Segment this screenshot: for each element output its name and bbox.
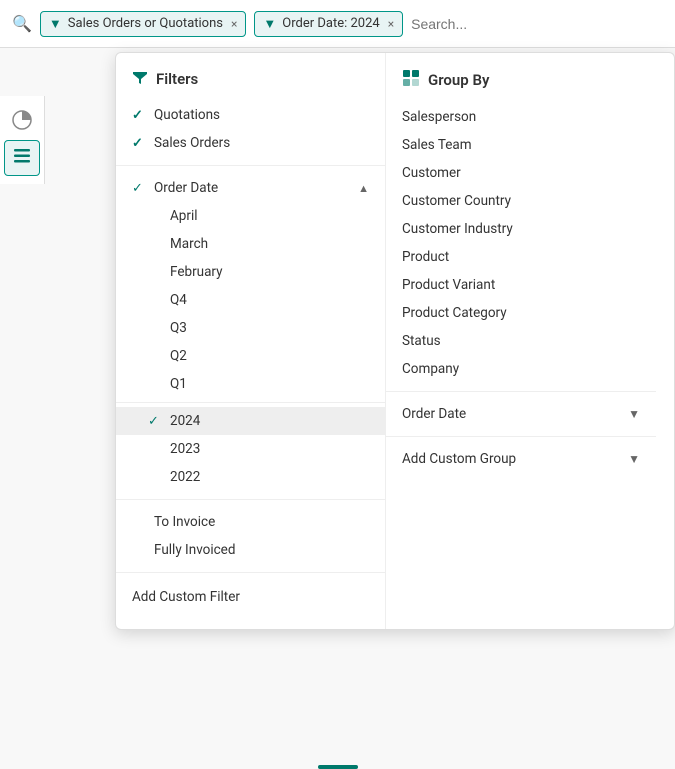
filter-q4[interactable]: Q4 [116, 286, 385, 314]
groupby-status[interactable]: Status [386, 327, 656, 355]
filter-icon-2: ▼ [263, 16, 276, 32]
filter-q3-label: Q3 [170, 320, 187, 336]
groupby-customer-industry-label: Customer Industry [402, 221, 513, 237]
groupby-salesperson[interactable]: Salesperson [386, 103, 656, 131]
filter-april[interactable]: April [116, 202, 385, 230]
filter-q4-label: Q4 [170, 292, 187, 308]
add-custom-group-label: Add Custom Group [402, 451, 516, 467]
filter-tag-sales-orders[interactable]: ▼ Sales Orders or Quotations × [40, 11, 246, 37]
filter-2023[interactable]: 2023 [116, 435, 385, 463]
custom-group-dropdown-arrow-icon: ▼ [628, 452, 640, 466]
filter-divider-1 [116, 165, 385, 166]
filter-tag-close-2[interactable]: × [388, 17, 394, 31]
groupby-customer[interactable]: Customer [386, 159, 656, 187]
search-input[interactable] [411, 16, 663, 32]
filter-divider-3 [116, 572, 385, 573]
filter-sales-orders[interactable]: ✓ Sales Orders [116, 129, 385, 157]
filters-header-label: Filters [156, 70, 198, 88]
add-custom-filter-label: Add Custom Filter [132, 589, 240, 605]
check-2024: ✓ [148, 414, 162, 429]
filter-2023-label: 2023 [170, 441, 200, 457]
filter-q2[interactable]: Q2 [116, 342, 385, 370]
groupby-header: Group By [386, 69, 656, 103]
filter-q1-label: Q1 [170, 376, 187, 392]
groupby-status-label: Status [402, 333, 441, 349]
filter-march-label: March [170, 236, 208, 252]
order-date-label: Order Date [154, 180, 218, 196]
order-date-dropdown-arrow-icon: ▼ [628, 407, 640, 421]
list-view-button[interactable] [4, 140, 40, 176]
groupby-product-category-label: Product Category [402, 305, 507, 321]
filter-q2-label: Q2 [170, 348, 187, 364]
filter-tag-label-2: Order Date: 2024 [282, 16, 379, 31]
filters-header-icon [132, 69, 148, 89]
filter-quotations[interactable]: ✓ Quotations [116, 101, 385, 129]
add-custom-group-button[interactable]: Add Custom Group ▼ [386, 445, 656, 473]
groupby-divider-2 [386, 436, 656, 437]
check-quotations: ✓ [132, 108, 146, 123]
scrollbar-hint[interactable] [318, 765, 358, 769]
groupby-product-label: Product [402, 249, 449, 265]
chart-view-button[interactable] [4, 104, 40, 140]
groupby-product-variant[interactable]: Product Variant [386, 271, 656, 299]
check-order-date: ✓ [132, 181, 146, 196]
filter-tag-label-1: Sales Orders or Quotations [68, 16, 223, 31]
add-custom-filter-button[interactable]: Add Custom Filter [116, 581, 385, 613]
search-bar: 🔍 ▼ Sales Orders or Quotations × ▼ Order… [0, 0, 675, 48]
chart-icon [12, 110, 32, 135]
filter-2024-label: 2024 [170, 413, 200, 429]
filter-divider-2 [116, 499, 385, 500]
filter-quotations-label: Quotations [154, 107, 220, 123]
filters-header: Filters [116, 69, 385, 101]
groupby-salesperson-label: Salesperson [402, 109, 476, 125]
filter-february[interactable]: February [116, 258, 385, 286]
view-buttons [0, 96, 45, 184]
filter-february-label: February [170, 264, 223, 280]
filter-tag-order-date[interactable]: ▼ Order Date: 2024 × [254, 11, 403, 37]
filter-icon-1: ▼ [49, 16, 62, 32]
groupby-order-date-label: Order Date [402, 406, 466, 422]
search-icon[interactable]: 🔍 [12, 14, 32, 33]
filter-to-invoice[interactable]: To Invoice [116, 508, 385, 536]
filter-march[interactable]: March [116, 230, 385, 258]
groupby-column: Group By Salesperson Sales Team Customer… [386, 53, 656, 629]
filter-sales-orders-label: Sales Orders [154, 135, 230, 151]
groupby-product-variant-label: Product Variant [402, 277, 495, 293]
filter-2022-label: 2022 [170, 469, 200, 485]
check-sales-orders: ✓ [132, 136, 146, 151]
filter-q1[interactable]: Q1 [116, 370, 385, 398]
groupby-customer-industry[interactable]: Customer Industry [386, 215, 656, 243]
list-icon [12, 146, 32, 171]
filter-tag-close-1[interactable]: × [231, 17, 237, 31]
groupby-header-icon [402, 69, 420, 91]
groupby-sales-team[interactable]: Sales Team [386, 131, 656, 159]
groupby-company[interactable]: Company [386, 355, 656, 383]
groupby-company-label: Company [402, 361, 459, 377]
groupby-product[interactable]: Product [386, 243, 656, 271]
groupby-sales-team-label: Sales Team [402, 137, 472, 153]
filter-order-date[interactable]: ✓ Order Date ▲ [116, 174, 385, 202]
groupby-customer-country-label: Customer Country [402, 193, 511, 209]
filters-column: Filters ✓ Quotations ✓ Sales Orders ✓ Or… [116, 53, 386, 629]
filter-2024[interactable]: ✓ 2024 [116, 407, 385, 435]
groupby-product-category[interactable]: Product Category [386, 299, 656, 327]
groupby-order-date-dropdown[interactable]: Order Date ▼ [386, 400, 656, 428]
filter-april-label: April [170, 208, 198, 224]
order-date-chevron-icon: ▲ [358, 182, 369, 195]
filter-fully-invoiced-label: Fully Invoiced [154, 542, 235, 558]
order-date-left: ✓ Order Date [132, 180, 218, 196]
groupby-header-label: Group By [428, 71, 489, 89]
filter-q3[interactable]: Q3 [116, 314, 385, 342]
dropdown-panel: Filters ✓ Quotations ✓ Sales Orders ✓ Or… [115, 52, 675, 630]
filter-2022[interactable]: 2022 [116, 463, 385, 491]
filter-fully-invoiced[interactable]: Fully Invoiced [116, 536, 385, 564]
groupby-divider-1 [386, 391, 656, 392]
groupby-customer-country[interactable]: Customer Country [386, 187, 656, 215]
groupby-customer-label: Customer [402, 165, 461, 181]
filter-to-invoice-label: To Invoice [154, 514, 215, 530]
filter-year-divider [116, 402, 385, 403]
